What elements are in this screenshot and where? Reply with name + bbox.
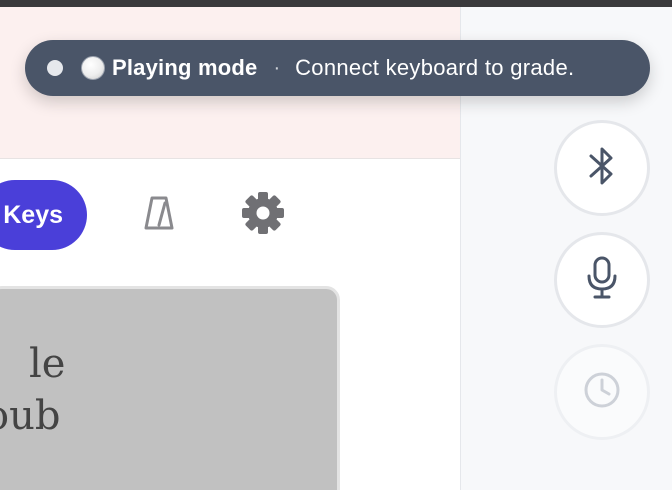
bluetooth-button[interactable] [554, 120, 650, 216]
white-circle-icon [81, 56, 105, 80]
settings-button[interactable] [240, 191, 286, 240]
keys-button[interactable]: Keys [0, 180, 87, 250]
sheet-text-line: oub [0, 393, 61, 439]
status-dot [47, 60, 63, 76]
sheet-text-line: le [29, 341, 66, 387]
clock-icon [582, 370, 622, 415]
microphone-button[interactable] [554, 232, 650, 328]
toast-separator: · [273, 56, 281, 79]
microphone-icon [585, 256, 619, 305]
metronome-icon [144, 195, 174, 236]
sheet-card[interactable]: le oub [0, 286, 340, 490]
keys-button-label: Keys [3, 200, 63, 229]
bluetooth-icon [587, 145, 617, 192]
gear-icon [241, 191, 285, 240]
window-top-bar [0, 0, 672, 7]
toast-message: Connect keyboard to grade. [295, 55, 575, 80]
status-toast: Playing mode · Connect keyboard to grade… [25, 40, 650, 96]
history-button[interactable] [554, 344, 650, 440]
metronome-button[interactable] [140, 195, 178, 235]
mode-label: Playing mode [112, 55, 258, 80]
